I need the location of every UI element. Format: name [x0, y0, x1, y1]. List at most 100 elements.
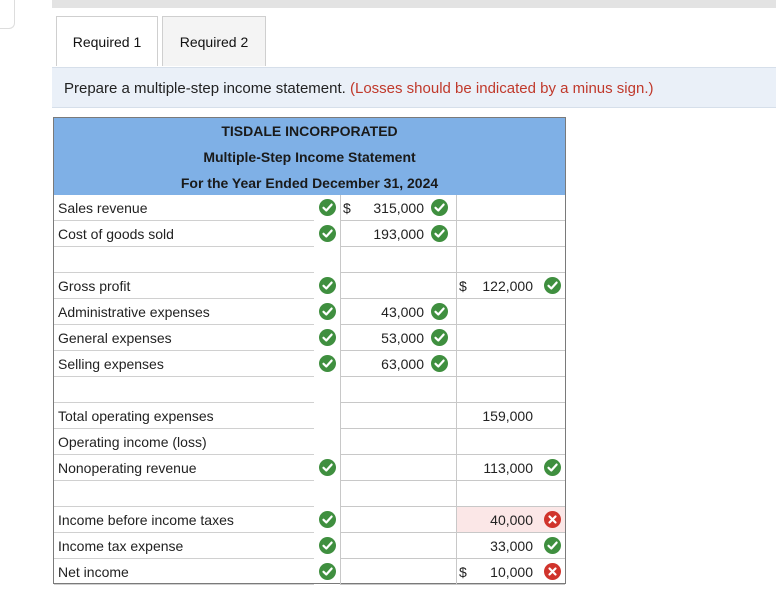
currency-symbol: $ — [459, 278, 467, 294]
amount-value: 315,000 — [373, 200, 424, 216]
amount-value: 113,000 — [483, 460, 533, 476]
amount-cell[interactable]: 43,000 — [340, 299, 456, 325]
amount-value: 10,000 — [490, 564, 533, 580]
table-row-blank — [54, 481, 565, 507]
total-cell[interactable]: 113,000 — [456, 455, 565, 481]
table-row-nonoperating-revenue: Nonoperating revenue 113,000 — [54, 455, 565, 481]
company-name: TISDALE INCORPORATED — [54, 118, 565, 145]
currency-symbol: $ — [459, 564, 467, 580]
amount-cell[interactable] — [340, 273, 456, 299]
table-row-gross-profit: Gross profit $ 122,000 — [54, 273, 565, 299]
row-label[interactable]: Cost of goods sold — [54, 221, 314, 247]
row-label[interactable]: Nonoperating revenue — [54, 455, 314, 481]
amount-value: 53,000 — [381, 330, 424, 346]
statement-period: For the Year Ended December 31, 2024 — [54, 170, 565, 195]
row-label[interactable]: General expenses — [54, 325, 314, 351]
table-row-blank — [54, 247, 565, 273]
table-row-net-income: Net income $ 10,000 — [54, 559, 565, 585]
total-cell[interactable] — [456, 429, 565, 455]
table-row-blank — [54, 377, 565, 403]
corner-decoration — [0, 0, 15, 29]
check-circle-icon — [544, 537, 561, 554]
amount-cell[interactable] — [340, 481, 456, 507]
amount-cell[interactable]: 53,000 — [340, 325, 456, 351]
row-label[interactable]: Net income — [54, 559, 314, 585]
amount-value: 63,000 — [381, 356, 424, 372]
top-bar — [52, 0, 776, 8]
income-statement-table: TISDALE INCORPORATED Multiple-Step Incom… — [53, 117, 566, 585]
row-label[interactable]: Operating income (loss) — [54, 429, 314, 455]
amount-cell[interactable]: 193,000 — [340, 221, 456, 247]
table-row-administrative-expenses: Administrative expenses 43,000 — [54, 299, 565, 325]
check-circle-icon — [319, 563, 336, 580]
table-row-selling-expenses: Selling expenses 63,000 — [54, 351, 565, 377]
check-circle-icon — [319, 277, 336, 294]
amount-value: 40,000 — [490, 512, 533, 528]
check-circle-icon — [319, 355, 336, 372]
statement-title: Multiple-Step Income Statement — [54, 144, 565, 171]
check-circle-icon — [431, 225, 448, 242]
total-cell[interactable] — [456, 221, 565, 247]
total-cell[interactable]: 159,000 — [456, 403, 565, 429]
instruction-bar: Prepare a multiple-step income statement… — [52, 67, 776, 108]
check-circle-icon — [431, 355, 448, 372]
row-label[interactable]: Sales revenue — [54, 195, 314, 221]
check-circle-icon — [319, 199, 336, 216]
total-cell[interactable] — [456, 325, 565, 351]
row-label[interactable]: Income before income taxes — [54, 507, 314, 533]
row-label[interactable] — [54, 247, 314, 273]
check-circle-icon — [431, 199, 448, 216]
table-row-cost-of-goods-sold: Cost of goods sold 193,000 — [54, 221, 565, 247]
instruction-text: Prepare a multiple-step income statement… — [64, 80, 346, 97]
amount-cell[interactable]: 63,000 — [340, 351, 456, 377]
total-cell[interactable]: $ 10,000 — [456, 559, 565, 585]
total-cell[interactable]: 33,000 — [456, 533, 565, 559]
check-circle-icon — [319, 225, 336, 242]
total-cell[interactable] — [456, 377, 565, 403]
total-cell[interactable] — [456, 247, 565, 273]
row-label[interactable] — [54, 481, 314, 507]
check-circle-icon — [319, 537, 336, 554]
amount-cell[interactable] — [340, 247, 456, 273]
amount-value: 43,000 — [381, 304, 424, 320]
amount-cell[interactable] — [340, 507, 456, 533]
amount-value: 193,000 — [373, 226, 424, 242]
total-cell[interactable] — [456, 299, 565, 325]
row-label[interactable]: Selling expenses — [54, 351, 314, 377]
total-cell[interactable]: $ 122,000 — [456, 273, 565, 299]
amount-cell[interactable]: $ 315,000 — [340, 195, 456, 221]
table-row-total-operating-expenses: Total operating expenses 159,000 — [54, 403, 565, 429]
tab-required-1[interactable]: Required 1 — [56, 16, 158, 66]
amount-cell[interactable] — [340, 559, 456, 585]
amount-cell[interactable] — [340, 377, 456, 403]
row-label[interactable]: Income tax expense — [54, 533, 314, 559]
check-circle-icon — [319, 459, 336, 476]
amount-cell[interactable] — [340, 403, 456, 429]
total-cell[interactable] — [456, 481, 565, 507]
total-cell[interactable] — [456, 351, 565, 377]
row-label[interactable]: Administrative expenses — [54, 299, 314, 325]
x-circle-icon — [544, 511, 561, 528]
row-label[interactable] — [54, 377, 314, 403]
amount-cell[interactable] — [340, 455, 456, 481]
x-circle-icon — [544, 563, 561, 580]
tab-required-2[interactable]: Required 2 — [162, 16, 266, 66]
table-row-sales-revenue: Sales revenue $ 315,000 — [54, 195, 565, 221]
row-label[interactable]: Total operating expenses — [54, 403, 314, 429]
table-row-income-tax-expense: Income tax expense 33,000 — [54, 533, 565, 559]
amount-value: 33,000 — [490, 538, 533, 554]
table-row-general-expenses: General expenses 53,000 — [54, 325, 565, 351]
amount-value: 159,000 — [482, 408, 533, 424]
row-label[interactable]: Gross profit — [54, 273, 314, 299]
amount-cell[interactable] — [340, 533, 456, 559]
amount-cell[interactable] — [340, 429, 456, 455]
amount-value: 122,000 — [482, 278, 533, 294]
check-circle-icon — [544, 459, 561, 476]
total-cell[interactable]: 40,000 — [456, 507, 565, 533]
table-row-income-before-taxes: Income before income taxes 40,000 — [54, 507, 565, 533]
table-row-operating-income: Operating income (loss) — [54, 429, 565, 455]
currency-symbol: $ — [343, 200, 351, 216]
check-circle-icon — [319, 329, 336, 346]
check-circle-icon — [431, 329, 448, 346]
total-cell[interactable] — [456, 195, 565, 221]
